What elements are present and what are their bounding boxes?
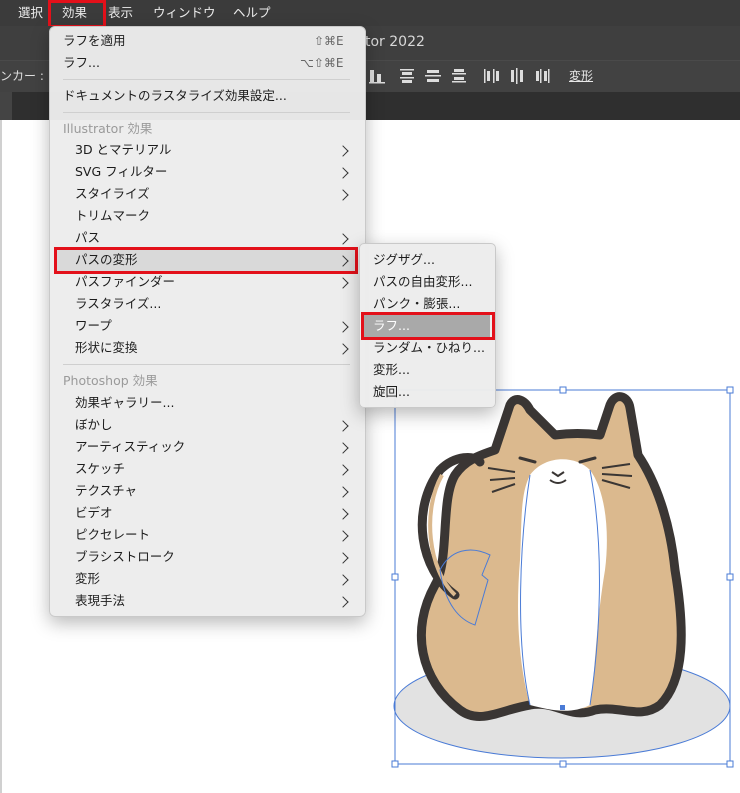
- menu-item-stylize[interactable]: スタイライズ: [75, 183, 150, 205]
- submenu-item-zigzag[interactable]: ジグザグ...: [373, 249, 435, 271]
- menu-item-trim-marks[interactable]: トリムマーク: [75, 205, 150, 227]
- center-point: [560, 705, 565, 710]
- menu-window[interactable]: ウィンドウ: [153, 0, 216, 26]
- menu-item-svg-filters[interactable]: SVG フィルター: [75, 161, 167, 183]
- menu-item-texture[interactable]: テクスチャ: [75, 480, 137, 502]
- handle-middle-right: [726, 573, 734, 581]
- distribute-hcenter-icon[interactable]: [508, 67, 526, 85]
- handle-top-right: [726, 386, 734, 394]
- handle-bottom-center: [559, 760, 567, 768]
- menu-item-pathfinder[interactable]: パスファインダー: [75, 271, 175, 293]
- distribute-top-icon[interactable]: [398, 67, 416, 85]
- menu-select[interactable]: 選択: [18, 0, 43, 26]
- roughen-highlight: [361, 312, 495, 340]
- menu-separator-1: [63, 79, 350, 80]
- menu-item-apply-rough[interactable]: ラフを適用: [63, 30, 126, 52]
- menu-item-rough[interactable]: ラフ...: [63, 52, 100, 74]
- menu-item-video[interactable]: ビデオ: [75, 502, 113, 524]
- shortcut-rough: ⌥⇧⌘E: [300, 56, 344, 70]
- handle-bottom-left: [391, 760, 399, 768]
- menu-item-distort[interactable]: 変形: [75, 568, 100, 590]
- artboard-edge: [0, 120, 2, 793]
- submenu-item-twist[interactable]: 旋回...: [373, 381, 410, 403]
- document-tab[interactable]: [0, 92, 12, 120]
- menu-view[interactable]: 表示: [108, 0, 133, 26]
- menu-item-brush-strokes[interactable]: ブラシストローク: [75, 546, 175, 568]
- submenu-item-tweak[interactable]: ランダム・ひねり...: [373, 337, 485, 359]
- distribute-left-icon[interactable]: [482, 67, 500, 85]
- menu-separator-2: [63, 112, 350, 113]
- anchor-label: ンカー :: [0, 69, 44, 83]
- distribute-right-icon[interactable]: [534, 67, 552, 85]
- submenu-item-transform[interactable]: 変形...: [373, 359, 410, 381]
- menu-help[interactable]: ヘルプ: [233, 0, 271, 26]
- menu-item-rasterize[interactable]: ラスタライズ...: [75, 293, 161, 315]
- distribute-bottom-icon[interactable]: [450, 67, 468, 85]
- window-title: tor 2022: [365, 34, 425, 50]
- submenu-item-free-distort[interactable]: パスの自由変形...: [373, 271, 472, 293]
- menu-item-warp[interactable]: ワープ: [75, 315, 112, 337]
- menu-item-sketch[interactable]: スケッチ: [75, 458, 125, 480]
- transform-link[interactable]: 変形: [569, 67, 593, 84]
- distort-transform-highlight: [54, 247, 358, 274]
- cat-belly: [518, 459, 607, 711]
- menu-item-effect-gallery[interactable]: 効果ギャラリー...: [75, 392, 174, 414]
- menu-item-pixelate[interactable]: ピクセレート: [75, 524, 150, 546]
- cat-illustration[interactable]: [380, 380, 740, 780]
- menu-item-3d-materials[interactable]: 3D とマテリアル: [75, 139, 171, 161]
- section-photoshop-effects: Photoshop 効果: [63, 373, 158, 388]
- handle-middle-left: [391, 573, 399, 581]
- effect-menu-highlight: [48, 0, 106, 28]
- menu-item-artistic[interactable]: アーティスティック: [75, 436, 185, 458]
- menu-item-blur[interactable]: ぼかし: [75, 414, 113, 436]
- align-bottom-icon[interactable]: [368, 67, 386, 85]
- handle-bottom-right: [726, 760, 734, 768]
- handle-top-center: [559, 386, 567, 394]
- menu-item-path[interactable]: パス: [75, 227, 100, 249]
- menu-item-convert-to-shape[interactable]: 形状に変換: [75, 337, 138, 359]
- section-illustrator-effects: Illustrator 効果: [63, 121, 153, 136]
- menu-bar: 選択 効果 表示 ウィンドウ ヘルプ: [0, 0, 740, 26]
- distribute-vcenter-icon[interactable]: [424, 67, 442, 85]
- menu-separator-3: [63, 364, 350, 365]
- shortcut-apply-rough: ⇧⌘E: [314, 34, 344, 48]
- menu-item-stylize-ps[interactable]: 表現手法: [75, 590, 125, 612]
- menu-item-document-raster-settings[interactable]: ドキュメントのラスタライズ効果設定...: [63, 85, 287, 107]
